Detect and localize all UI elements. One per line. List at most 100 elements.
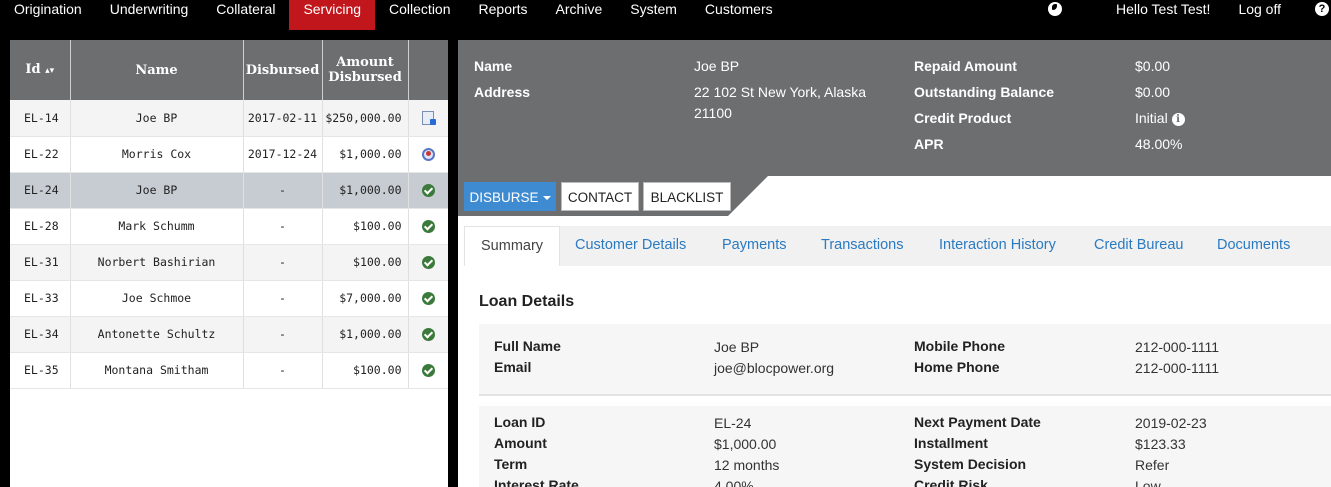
nav-archive[interactable]: Archive [542,0,617,18]
globe-icon[interactable] [1048,2,1063,16]
nav-system[interactable]: System [616,0,691,18]
credit-risk-value: Low [1135,478,1161,487]
nav-right: Hello Test Test! Log off ? [1048,0,1331,18]
loan-amount-cell: $1,000.00 [322,316,409,353]
table-row[interactable]: EL-14 Joe BP 2017-02-11 $250,000.00 [10,100,448,137]
amount-label: Amount [494,435,547,451]
name-label: Name [474,58,513,74]
contact-card: Full Name Joe BP Email joe@blocpower.org… [479,324,1331,394]
nav-origination[interactable]: Origination [0,0,96,18]
outstanding-value: $0.00 [1135,84,1171,100]
table-row[interactable]: EL-28 Mark Schumm - $100.00 [10,208,448,245]
nav-reports[interactable]: Reports [465,0,542,18]
address-line1: 22 102 St New York, Alaska [694,84,866,100]
mobile-value: 212-000-1111 [1135,339,1220,355]
check-icon[interactable] [421,292,435,305]
blacklist-button[interactable]: BLACKLIST [643,182,731,211]
system-decision-label: System Decision [914,456,1027,472]
divider [479,394,1331,396]
loan-name-cell: Montana Smitham [70,352,244,389]
column-id[interactable]: Id ▴▾ [10,40,71,100]
tab-transactions[interactable]: Transactions [805,226,919,266]
loan-id-cell: EL-24 [10,172,71,209]
check-icon[interactable] [421,328,435,341]
loan-disbursed-cell: - [243,280,323,317]
name-value: Joe BP [694,58,740,74]
loan-id-cell: EL-28 [10,208,71,245]
loan-status-cell [408,136,448,173]
tab-interaction-history[interactable]: Interaction History [923,226,1072,266]
column-id-label: Id [25,61,41,77]
document-icon[interactable] [422,111,437,125]
check-icon[interactable] [421,256,435,269]
loan-disbursed-cell: - [243,316,323,353]
credit-product-value: Initial [1135,110,1168,126]
loan-disbursed-cell: - [243,244,323,281]
column-disbursed[interactable]: Disbursed [243,40,323,100]
table-row[interactable]: EL-33 Joe Schmoe - $7,000.00 [10,280,448,317]
table-row[interactable]: EL-31 Norbert Bashirian - $100.00 [10,244,448,281]
loan-name-cell: Mark Schumm [70,208,244,245]
address-label: Address [474,84,531,100]
tab-documents[interactable]: Documents [1201,226,1306,266]
tab-summary[interactable]: Summary [464,226,561,266]
loan-name-cell: Joe BP [70,172,244,209]
loan-id-cell: EL-34 [10,316,71,353]
loan-disbursed-cell: - [243,208,323,245]
action-bar: DISBURSE CONTACT BLACKLIST [458,176,1331,216]
tab-payments[interactable]: Payments [706,226,802,266]
loan-name-cell: Antonette Schultz [70,316,244,353]
next-payment-value: 2019-02-23 [1135,415,1207,431]
check-icon[interactable] [421,364,435,377]
app-root: Origination Underwriting Collateral Serv… [0,0,1331,487]
nav-collateral[interactable]: Collateral [202,0,289,18]
full-name-label: Full Name [494,338,561,354]
email-label: Email [494,359,532,375]
user-greeting[interactable]: Hello Test Test! [1102,0,1224,18]
home-phone-label: Home Phone [914,359,1000,375]
installment-label: Installment [914,435,988,451]
loans-table-header: Id ▴▾ Name Disbursed Amount Disbursed [10,40,448,100]
contact-button[interactable]: CONTACT [561,182,639,211]
check-icon[interactable] [421,220,435,233]
mobile-label: Mobile Phone [914,338,1005,354]
loan-status-cell [408,100,448,137]
help-icon[interactable]: ? [1315,2,1329,16]
loan-name-cell: Joe BP [70,100,244,137]
refresh-icon[interactable] [421,148,435,161]
tab-customer-details[interactable]: Customer Details [559,226,702,266]
nav-servicing[interactable]: Servicing [289,0,376,30]
nav-customers[interactable]: Customers [691,0,787,18]
loan-amount-cell: $100.00 [322,244,409,281]
loan-id-label: Loan ID [494,414,546,430]
loan-id-cell: EL-35 [10,352,71,389]
credit-risk-label: Credit Risk [914,477,988,487]
table-row[interactable]: EL-34 Antonette Schultz - $1,000.00 [10,316,448,353]
check-icon[interactable] [421,184,435,197]
loan-disbursed-cell: 2017-02-11 [243,100,323,137]
table-row[interactable]: EL-22 Morris Cox 2017-12-24 $1,000.00 [10,136,448,173]
loan-status-cell [408,172,448,209]
table-row[interactable]: EL-24 Joe BP - $1,000.00 [10,172,448,209]
disburse-button[interactable]: DISBURSE [464,182,556,211]
loan-name-cell: Joe Schmoe [70,280,244,317]
apr-value: 48.00% [1135,136,1183,152]
tab-credit-bureau[interactable]: Credit Bureau [1078,226,1199,266]
column-amount[interactable]: Amount Disbursed [322,40,409,100]
table-row[interactable]: EL-35 Montana Smitham - $100.00 [10,352,448,389]
loan-name-cell: Morris Cox [70,136,244,173]
logoff-link[interactable]: Log off [1224,0,1295,18]
email-value: joe@blocpower.org [714,360,835,376]
info-icon[interactable]: i [1171,113,1185,126]
credit-product-label: Credit Product [914,110,1012,126]
column-name[interactable]: Name [70,40,244,100]
loans-panel: Id ▴▾ Name Disbursed Amount Disbursed EL… [10,40,448,487]
loan-id-cell: EL-14 [10,100,71,137]
nav-underwriting[interactable]: Underwriting [96,0,203,18]
nav-collection[interactable]: Collection [375,0,464,18]
installment-value: $123.33 [1135,436,1186,452]
loan-amount-cell: $1,000.00 [322,172,409,209]
loan-amount-cell: $100.00 [322,352,409,389]
term-value: 12 months [714,457,780,473]
sort-icon: ▴▾ [45,65,55,76]
